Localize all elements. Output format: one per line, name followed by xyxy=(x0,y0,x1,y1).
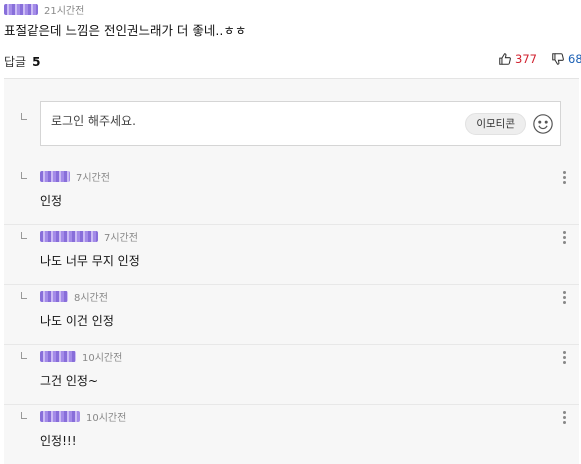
reply-item: 7시간전 나도 너무 무지 인정 xyxy=(4,225,579,285)
author-name-blurred[interactable] xyxy=(40,171,70,182)
reply-text: 나도 너무 무지 인정 xyxy=(40,254,140,268)
reply-corner-icon xyxy=(21,232,27,239)
reply-author-row: 10시간전 xyxy=(40,409,126,424)
reply-text: 그건 인정~ xyxy=(40,374,99,388)
reply-count: 5 xyxy=(32,55,41,69)
like-count: 377 xyxy=(515,52,537,66)
reply-corner-icon xyxy=(21,292,27,299)
thumbs-down-icon xyxy=(552,53,564,65)
author-name-blurred[interactable] xyxy=(40,351,76,362)
reply-input-box[interactable]: 이모티콘 xyxy=(40,101,561,146)
reply-item: 7시간전 인정 xyxy=(4,165,579,225)
kebab-menu-icon[interactable] xyxy=(563,291,567,304)
comment-text: 표절같은데 느낌은 전인권느래가 더 좋네..ㅎㅎ xyxy=(4,23,247,38)
author-name-blurred[interactable] xyxy=(40,231,98,242)
like-button[interactable]: 377 xyxy=(498,52,537,66)
reply-corner-icon xyxy=(21,172,27,179)
reply-item: 10시간전 그건 인정~ xyxy=(4,345,579,405)
reply-text: 인정!!! xyxy=(40,434,77,448)
smile-icon[interactable] xyxy=(532,113,554,135)
reply-toggle[interactable]: 답글 5 xyxy=(4,53,40,70)
reply-time: 7시간전 xyxy=(76,173,110,184)
dislike-count: 68 xyxy=(568,52,581,66)
reply-corner-icon xyxy=(21,412,27,419)
reply-item: 10시간전 인정!!! xyxy=(4,405,579,464)
author-name-blurred[interactable] xyxy=(40,291,68,302)
reply-author-row: 7시간전 xyxy=(40,229,138,244)
reply-corner-icon xyxy=(21,113,27,120)
reply-input[interactable] xyxy=(51,114,451,128)
author-name-blurred[interactable] xyxy=(4,4,38,15)
comment-time: 21시간전 xyxy=(44,6,85,17)
comment-author-row: 21시간전 xyxy=(4,2,84,17)
reply-time: 8시간전 xyxy=(74,293,108,304)
kebab-menu-icon[interactable] xyxy=(563,171,567,184)
reply-author-row: 8시간전 xyxy=(40,289,108,304)
reply-time: 10시간전 xyxy=(82,353,123,364)
reply-label: 답글 xyxy=(4,55,27,69)
reply-text: 나도 이건 인정 xyxy=(40,314,114,328)
reply-item: 8시간전 나도 이건 인정 xyxy=(4,285,579,345)
emoticon-button[interactable]: 이모티콘 xyxy=(465,113,526,135)
kebab-menu-icon[interactable] xyxy=(563,411,567,424)
reply-panel: 이모티콘 7시간전 인정 7시간전 나도 너무 무지 인정 8시간전 xyxy=(4,78,579,464)
reply-author-row: 7시간전 xyxy=(40,169,110,184)
kebab-menu-icon[interactable] xyxy=(563,231,567,244)
kebab-menu-icon[interactable] xyxy=(563,351,567,364)
comment-actions: 답글 5 377 68 xyxy=(4,52,581,70)
reply-author-row: 10시간전 xyxy=(40,349,122,364)
thumbs-up-icon xyxy=(499,53,511,65)
reply-text: 인정 xyxy=(40,194,63,208)
reply-time: 10시간전 xyxy=(86,413,127,424)
author-name-blurred[interactable] xyxy=(40,411,80,422)
reply-time: 7시간전 xyxy=(104,233,138,244)
reply-corner-icon xyxy=(21,352,27,359)
dislike-button[interactable]: 68 xyxy=(551,52,581,66)
